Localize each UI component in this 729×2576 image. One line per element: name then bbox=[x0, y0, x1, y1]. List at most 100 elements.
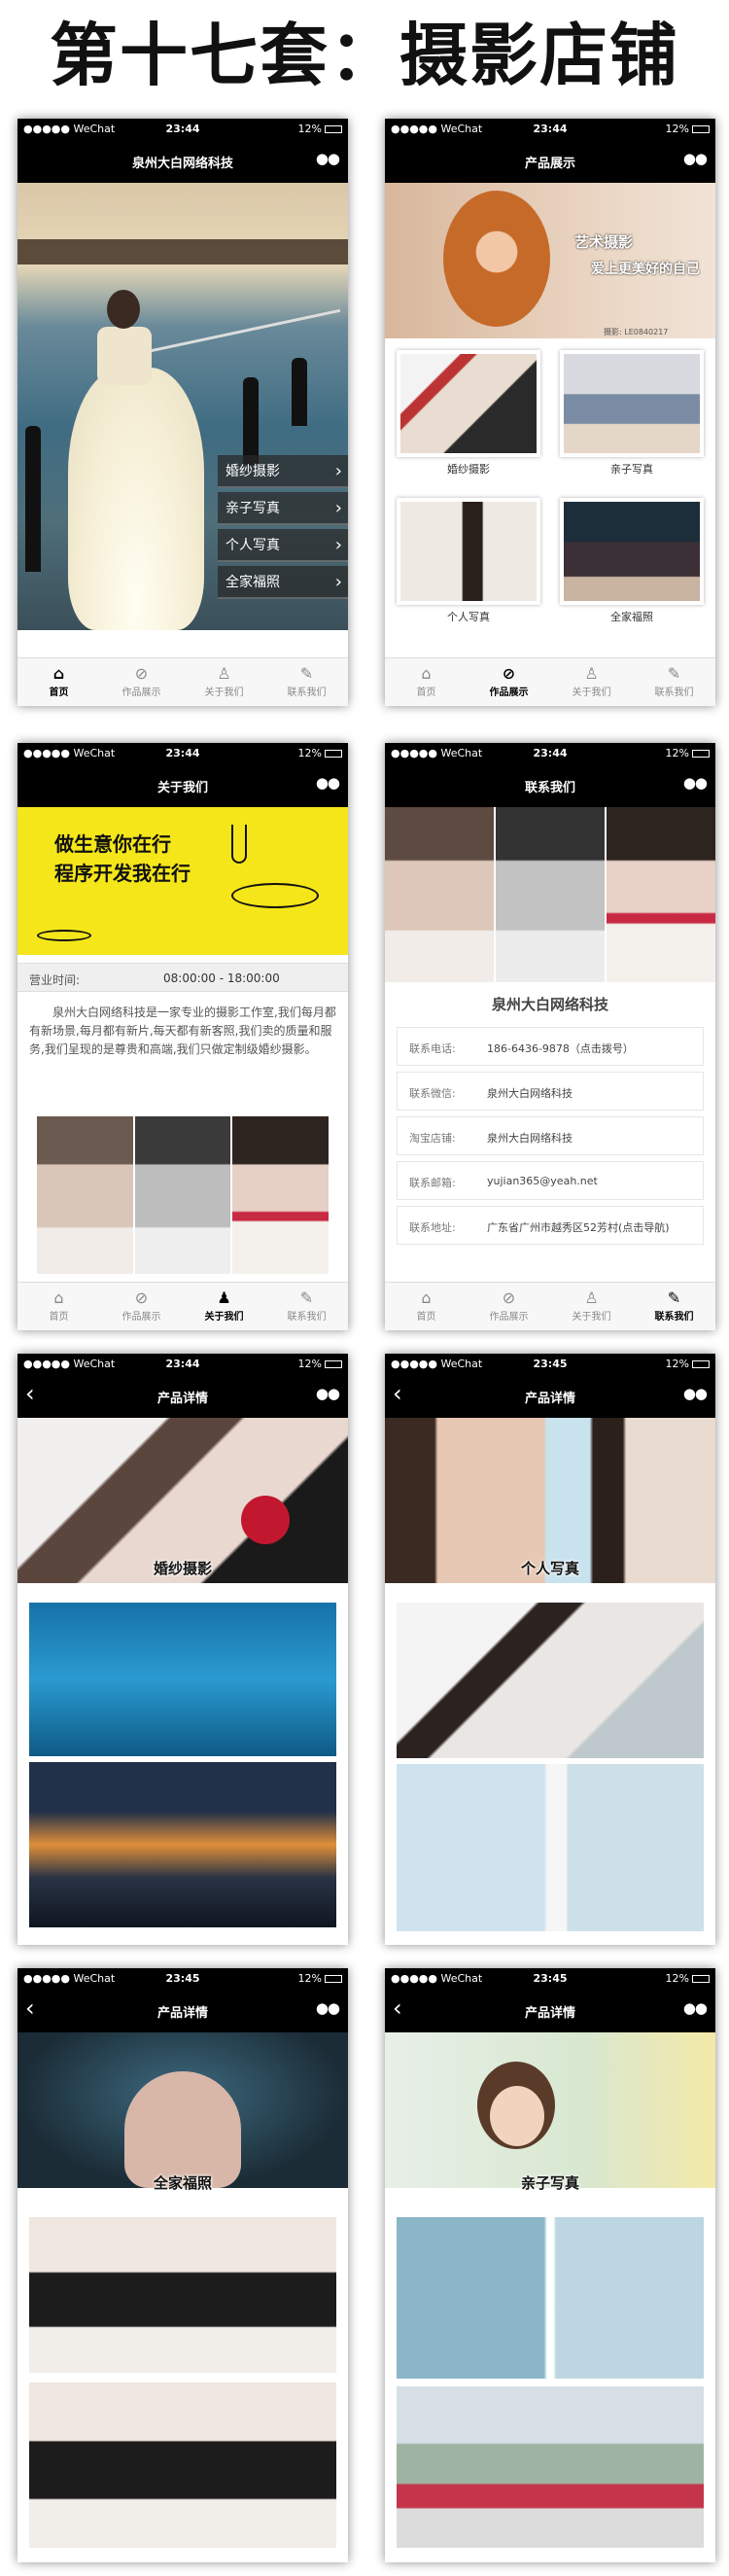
menu-item-family[interactable]: 全家福照 › bbox=[218, 566, 348, 599]
banner-text-2: 爱上更美好的自己 bbox=[591, 262, 700, 277]
chevron-right-icon: › bbox=[334, 572, 342, 592]
more-icon[interactable]: ●● bbox=[683, 150, 708, 167]
product-card[interactable]: 个人写真 bbox=[397, 498, 540, 624]
nav-title: 产品详情 bbox=[156, 1392, 208, 1406]
nav-bar: 泉州大白网络科技 ●● bbox=[17, 140, 348, 183]
hook-icon bbox=[231, 825, 247, 864]
tab-contact[interactable]: ✎ 联系我们 bbox=[633, 1283, 715, 1330]
detail-photo bbox=[29, 2382, 336, 2548]
banner-line-2: 程序开发我在行 bbox=[54, 862, 191, 885]
battery-icon bbox=[325, 125, 342, 133]
product-card[interactable]: 亲子写真 bbox=[560, 350, 704, 476]
banner-line-1: 做生意你在行 bbox=[54, 832, 171, 856]
about-banner: 做生意你在行 程序开发我在行 bbox=[17, 807, 348, 955]
phone-products: ●●●●● WeChat 23:44 12% 产品展示 ●● 艺术摄影 爱上更美… bbox=[385, 119, 715, 706]
intro-text: 泉州大白网络科技是一家专业的摄影工作室,我们每月都有新场景,每月都有新片,每天都… bbox=[29, 1006, 336, 1056]
phone-detail-wedding: ●●●●● WeChat 23:44 12% ‹ 产品详情 ●● 婚纱摄影 bbox=[17, 1354, 348, 1945]
product-card[interactable]: 婚纱摄影 bbox=[397, 350, 540, 476]
status-bar: ●●●●● WeChat 23:44 12% bbox=[17, 1354, 348, 1375]
status-bar: ●●●●● WeChat 23:45 12% bbox=[17, 1968, 348, 1990]
more-icon[interactable]: ●● bbox=[316, 1999, 340, 2017]
phone-detail-portrait: ●●●●● WeChat 23:45 12% ‹ 产品详情 ●● 个人写真 bbox=[385, 1354, 715, 1945]
user-icon: ♙ bbox=[217, 664, 231, 683]
menu-item-kids[interactable]: 亲子写真 › bbox=[218, 492, 348, 525]
tab-about[interactable]: ♙ 关于我们 bbox=[550, 1283, 633, 1330]
fish-icon bbox=[37, 930, 91, 941]
menu-item-wedding[interactable]: 婚纱摄影 › bbox=[218, 455, 348, 488]
family-group bbox=[124, 2071, 241, 2188]
chevron-right-icon: › bbox=[334, 461, 342, 481]
phone-home: ●●●●● WeChat 23:44 12% 泉州大白网络科技 ●● 婚纱摄影 ›… bbox=[17, 119, 348, 706]
battery-icon bbox=[325, 1975, 342, 1983]
nav-bar: ‹ 产品详情 ●● bbox=[17, 1375, 348, 1418]
photo-strip bbox=[385, 807, 715, 982]
detail-label: 亲子写真 bbox=[520, 2174, 579, 2192]
home-icon: ⌂ bbox=[53, 1288, 64, 1307]
bridge-shape bbox=[17, 239, 348, 265]
tab-bar: ⌂ 首页 ⊘ 作品展示 ♙ 关于我们 ✎ 联系我们 bbox=[17, 657, 348, 706]
detail-photo bbox=[397, 1603, 704, 1758]
home-icon: ⌂ bbox=[52, 664, 65, 683]
tab-about[interactable]: ♙ 关于我们 bbox=[550, 658, 633, 706]
tab-home[interactable]: ⌂ 首页 bbox=[385, 658, 468, 706]
nav-title: 联系我们 bbox=[524, 781, 575, 795]
more-icon[interactable]: ●● bbox=[316, 1385, 340, 1402]
more-icon[interactable]: ●● bbox=[316, 774, 340, 792]
product-card[interactable]: 全家福照 bbox=[560, 498, 704, 624]
tab-works[interactable]: ⊘ 作品展示 bbox=[100, 1283, 183, 1330]
tab-home[interactable]: ⌂ 首页 bbox=[385, 1283, 468, 1330]
user-icon: ♙ bbox=[584, 664, 599, 683]
battery-icon bbox=[325, 750, 342, 758]
tab-works[interactable]: ⊘ 作品展示 bbox=[468, 658, 550, 706]
edit-icon: ✎ bbox=[299, 664, 314, 683]
more-icon[interactable]: ●● bbox=[683, 1385, 708, 1402]
tab-works[interactable]: ⊘ 作品展示 bbox=[468, 1283, 550, 1330]
tab-home[interactable]: ⌂ 首页 bbox=[17, 658, 100, 706]
detail-photo bbox=[29, 2217, 336, 2373]
nav-title: 产品详情 bbox=[524, 1392, 575, 1406]
edit-icon: ✎ bbox=[667, 664, 681, 683]
photo-strip bbox=[37, 1116, 330, 1274]
contact-phone-row[interactable]: 联系电话: 186-6436-9878（点击拨号） bbox=[397, 1027, 704, 1066]
tab-about[interactable]: ♟ 关于我们 bbox=[183, 1283, 265, 1330]
contact-shop-row: 淘宝店铺: 泉州大白网络科技 bbox=[397, 1116, 704, 1155]
tab-bar: ⌂ 首页 ⊘ 作品展示 ♟ 关于我们 ✎ 联系我们 bbox=[17, 1282, 348, 1330]
detail-photo bbox=[29, 1603, 336, 1756]
phone-detail-kids: ●●●●● WeChat 23:45 12% ‹ 产品详情 ●● 亲子写真 bbox=[385, 1968, 715, 2562]
status-bar: ●●●●● WeChat 23:44 12% bbox=[385, 119, 715, 140]
hero-image: 婚纱摄影 › 亲子写真 › 个人写真 › 全家福照 › bbox=[17, 183, 348, 630]
banner-text-1: 艺术摄影 bbox=[574, 233, 634, 251]
product-banner: 艺术摄影 爱上更美好的自己 摄影: LE0840217 bbox=[385, 183, 715, 338]
contact-address-row[interactable]: 联系地址: 广东省广州市越秀区52芳村(点击导航) bbox=[397, 1206, 704, 1245]
tab-about[interactable]: ♙ 关于我们 bbox=[183, 658, 265, 706]
status-bar: ●●●●● WeChat 23:44 12% bbox=[385, 743, 715, 764]
detail-photo bbox=[397, 2217, 704, 2379]
menu-item-portrait[interactable]: 个人写真 › bbox=[218, 529, 348, 562]
nav-bar: ‹ 产品详情 ●● bbox=[385, 1375, 715, 1418]
tab-contact[interactable]: ✎ 联系我们 bbox=[265, 1283, 348, 1330]
tab-bar: ⌂ 首页 ⊘ 作品展示 ♙ 关于我们 ✎ 联系我们 bbox=[385, 657, 715, 706]
detail-label: 婚纱摄影 bbox=[153, 1560, 212, 1577]
page-title: 第十七套：摄影店铺 bbox=[50, 16, 679, 95]
more-icon[interactable]: ●● bbox=[683, 1999, 708, 2017]
battery-icon bbox=[692, 1360, 710, 1368]
nav-bar: ‹ 产品详情 ●● bbox=[17, 1990, 348, 2032]
nav-title: 关于我们 bbox=[156, 781, 208, 795]
nav-title: 产品展示 bbox=[524, 157, 575, 171]
tab-contact[interactable]: ✎ 联系我们 bbox=[265, 658, 348, 706]
detail-hero bbox=[17, 2032, 348, 2188]
compass-icon: ⊘ bbox=[134, 1288, 149, 1307]
more-icon[interactable]: ●● bbox=[683, 774, 708, 792]
more-icon[interactable]: ●● bbox=[316, 150, 340, 167]
detail-label: 个人写真 bbox=[520, 1560, 579, 1577]
tab-works[interactable]: ⊘ 作品展示 bbox=[100, 658, 183, 706]
banner-credit: 摄影: LE0840217 bbox=[604, 328, 669, 336]
compass-icon: ⊘ bbox=[502, 1288, 516, 1307]
chevron-right-icon: › bbox=[334, 498, 342, 518]
tab-home[interactable]: ⌂ 首页 bbox=[17, 1283, 100, 1330]
tab-contact[interactable]: ✎ 联系我们 bbox=[633, 658, 715, 706]
detail-label: 全家福照 bbox=[153, 2174, 212, 2192]
compass-icon: ⊘ bbox=[502, 664, 516, 683]
company-name: 泉州大白网络科技 bbox=[491, 996, 608, 1013]
detail-photo bbox=[397, 1764, 704, 1931]
